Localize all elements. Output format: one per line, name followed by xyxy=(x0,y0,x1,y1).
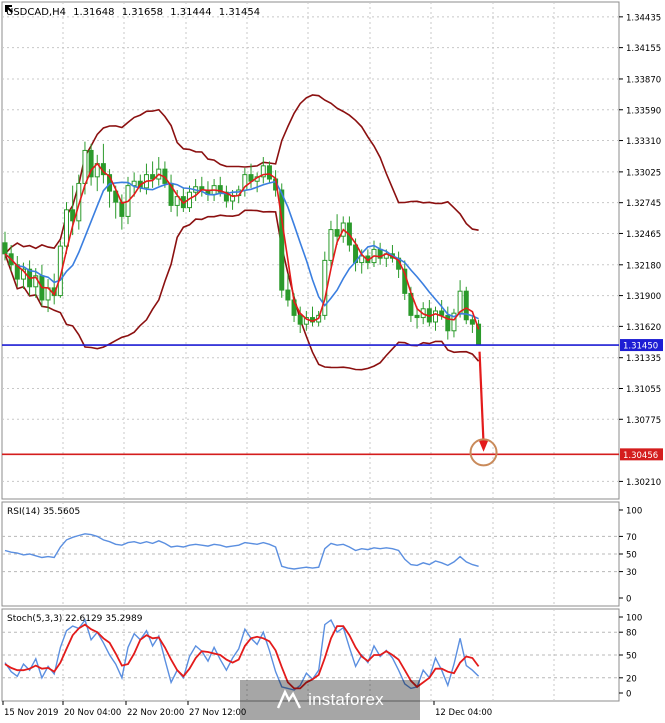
candle-body xyxy=(119,201,125,217)
oscillator-tick-label: 20 xyxy=(626,674,637,684)
price-tick-label: 1.33025 xyxy=(626,168,661,178)
candle-body xyxy=(266,165,272,180)
candle-body xyxy=(463,290,469,321)
time-tick-label: 27 Nov 12:00 xyxy=(189,708,246,718)
rsi-axis: 100 70 50 30 0 xyxy=(619,507,642,605)
candle-body xyxy=(359,255,365,264)
oscillator-tick-label: 70 xyxy=(626,533,637,543)
price-tick-label: 1.32465 xyxy=(626,230,661,240)
price-tick-label: 1.31620 xyxy=(626,323,661,333)
candle-body xyxy=(414,314,420,319)
candle-body xyxy=(439,310,445,316)
price-axis: 1.34435 1.34155 1.33870 1.33590 1.33310 1.330… xyxy=(619,13,661,488)
candle-body xyxy=(82,149,88,184)
price-tick-label: 1.33310 xyxy=(626,137,661,147)
candle-body xyxy=(334,229,340,237)
price-tick-label: 1.34155 xyxy=(626,44,661,54)
watermark: instaforex xyxy=(240,680,420,720)
candle-body xyxy=(2,242,8,255)
oscillator-tick-label: 100 xyxy=(626,614,642,624)
price-tick-label: 1.33590 xyxy=(626,106,661,116)
main-panel xyxy=(1,1,620,500)
candle-body xyxy=(297,314,303,325)
time-tick-label: 20 Nov 04:00 xyxy=(64,708,121,718)
time-tick-label: 12 Dec 04:00 xyxy=(435,708,492,718)
oscillator-tick-label: 30 xyxy=(626,568,637,578)
oscillator-tick-label: 0 xyxy=(626,595,631,605)
price-tick-label: 1.34435 xyxy=(626,13,661,23)
price-tick-label: 1.31335 xyxy=(626,354,661,364)
price-chart-svg[interactable]: 1.34435 1.34155 1.33870 1.33590 1.33310 1.330… xyxy=(0,0,665,723)
price-tick-label: 1.30775 xyxy=(626,416,661,426)
price-tick-label: 1.31900 xyxy=(626,292,661,302)
stoch-axis: 100 80 50 20 0 xyxy=(619,614,642,700)
candle-body xyxy=(457,290,463,314)
price-tick-label: 1.31055 xyxy=(626,385,661,395)
time-tick-label: 15 Nov 2019 xyxy=(4,708,58,718)
oscillator-tick-label: 50 xyxy=(626,652,637,662)
candle-body xyxy=(285,289,291,301)
rsi-title: RSI(14) 35.5605 xyxy=(7,507,80,517)
level-price-label: 1.30456 xyxy=(623,451,658,461)
watermark-text: instaforex xyxy=(308,690,384,709)
candle-body xyxy=(469,319,475,325)
candle-body xyxy=(328,229,334,261)
time-tick-label: 22 Nov 20:00 xyxy=(127,708,184,718)
chart-header: USDCAD,H4 1.31648 1.31658 1.31444 1.3145… xyxy=(6,7,260,18)
stoch-title: Stoch(5,3,3) 22.6129 35.2989 xyxy=(7,614,143,624)
oscillator-tick-label: 0 xyxy=(626,690,631,700)
price-tick-label: 1.30210 xyxy=(626,478,661,488)
price-tick-label: 1.32180 xyxy=(626,261,661,271)
level-price-label: 1.31450 xyxy=(623,342,658,352)
oscillator-tick-label: 100 xyxy=(626,507,642,517)
candle-body xyxy=(64,209,69,247)
candle-body xyxy=(433,310,438,323)
price-tick-label: 1.33870 xyxy=(626,75,661,85)
chart-window: 1.34435 1.34155 1.33870 1.33590 1.33310 1.330… xyxy=(0,0,665,723)
oscillator-tick-label: 80 xyxy=(626,629,637,639)
oscillator-tick-label: 50 xyxy=(626,551,637,561)
instaforex-logo-icon xyxy=(277,689,302,709)
candle-body xyxy=(322,259,328,316)
price-tick-label: 1.32745 xyxy=(626,199,661,209)
